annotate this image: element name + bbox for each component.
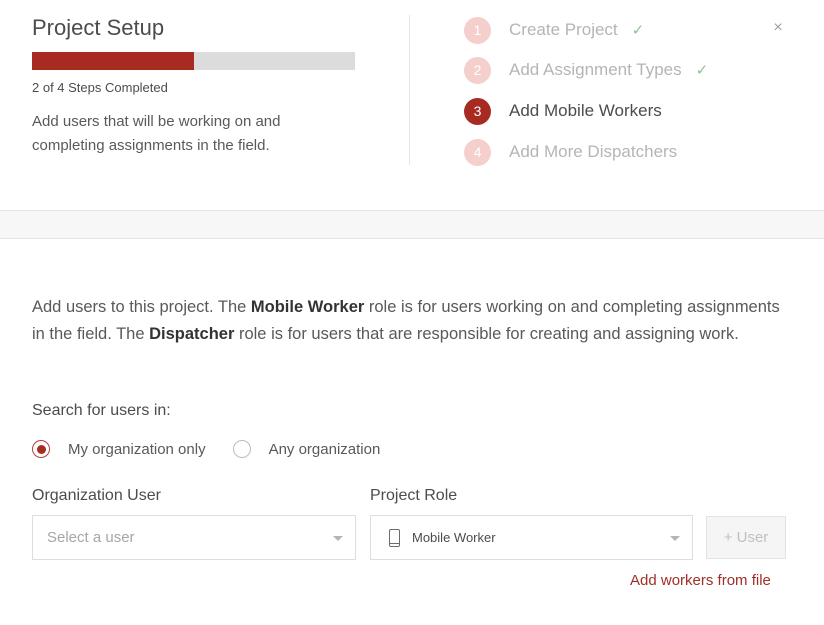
step-label: Add More Dispatchers: [509, 142, 678, 161]
dispatcher-term: Dispatcher: [149, 325, 235, 343]
steps-completed-text: 2 of 4 Steps Completed: [32, 80, 168, 95]
project-role-label: Project Role: [370, 487, 458, 504]
radio-my-organization[interactable]: [32, 440, 50, 458]
project-role-value: Mobile Worker: [412, 530, 496, 545]
step-label: Add Assignment Types: [509, 60, 682, 79]
chevron-down-icon: [333, 536, 343, 541]
intro-text: Add users to this project. The Mobile Wo…: [32, 294, 792, 348]
intro-text-part: role is for users that are responsible f…: [234, 325, 739, 343]
intro-text-part: Add users to this project. The: [32, 298, 251, 316]
step-add-more-dispatchers[interactable]: 4 Add More Dispatchers: [464, 138, 677, 166]
vertical-divider: [409, 15, 410, 165]
step-create-project[interactable]: 1 Create Project ✓: [464, 16, 644, 44]
checkmark-icon: ✓: [695, 62, 709, 79]
step-label: Add Mobile Workers: [509, 101, 662, 120]
step-number-badge: 4: [464, 138, 491, 166]
step-add-assignment-types[interactable]: 2 Add Assignment Types ✓: [464, 56, 708, 84]
step-description: Add users that will be working on and co…: [32, 113, 281, 154]
radio-selected-dot: [36, 444, 46, 454]
organization-user-placeholder: Select a user: [47, 529, 135, 546]
add-user-button[interactable]: + User: [706, 516, 786, 559]
project-role-select[interactable]: Mobile Worker: [370, 515, 693, 560]
radio-any-organization[interactable]: [232, 440, 251, 458]
step-number-badge: 1: [464, 16, 491, 44]
organization-user-select[interactable]: Select a user: [32, 515, 356, 560]
mobile-worker-term: Mobile Worker: [250, 298, 365, 316]
chevron-down-icon: [670, 536, 680, 541]
close-icon[interactable]: ×: [770, 20, 786, 36]
section-divider-band: [0, 210, 824, 239]
page-title: Project Setup: [32, 15, 165, 40]
progress-bar-fill: [32, 52, 194, 70]
search-scope-radio-group: My organization only Any organization: [32, 440, 380, 458]
step-number-badge: 2: [464, 56, 491, 84]
organization-user-label: Organization User: [32, 487, 161, 504]
radio-label-any-organization[interactable]: Any organization: [269, 441, 381, 458]
checkmark-icon: ✓: [631, 22, 645, 39]
progress-bar: [32, 52, 355, 70]
add-workers-from-file-link[interactable]: Add workers from file: [630, 572, 771, 589]
mobile-phone-icon: [389, 528, 400, 547]
radio-label-my-organization[interactable]: My organization only: [68, 441, 206, 458]
step-number-badge: 3: [464, 97, 491, 125]
search-scope-label: Search for users in:: [32, 402, 171, 419]
step-label: Create Project: [509, 20, 618, 39]
step-add-mobile-workers[interactable]: 3 Add Mobile Workers: [464, 97, 662, 125]
setup-header: Project Setup 2 of 4 Steps Completed Add…: [0, 0, 824, 210]
